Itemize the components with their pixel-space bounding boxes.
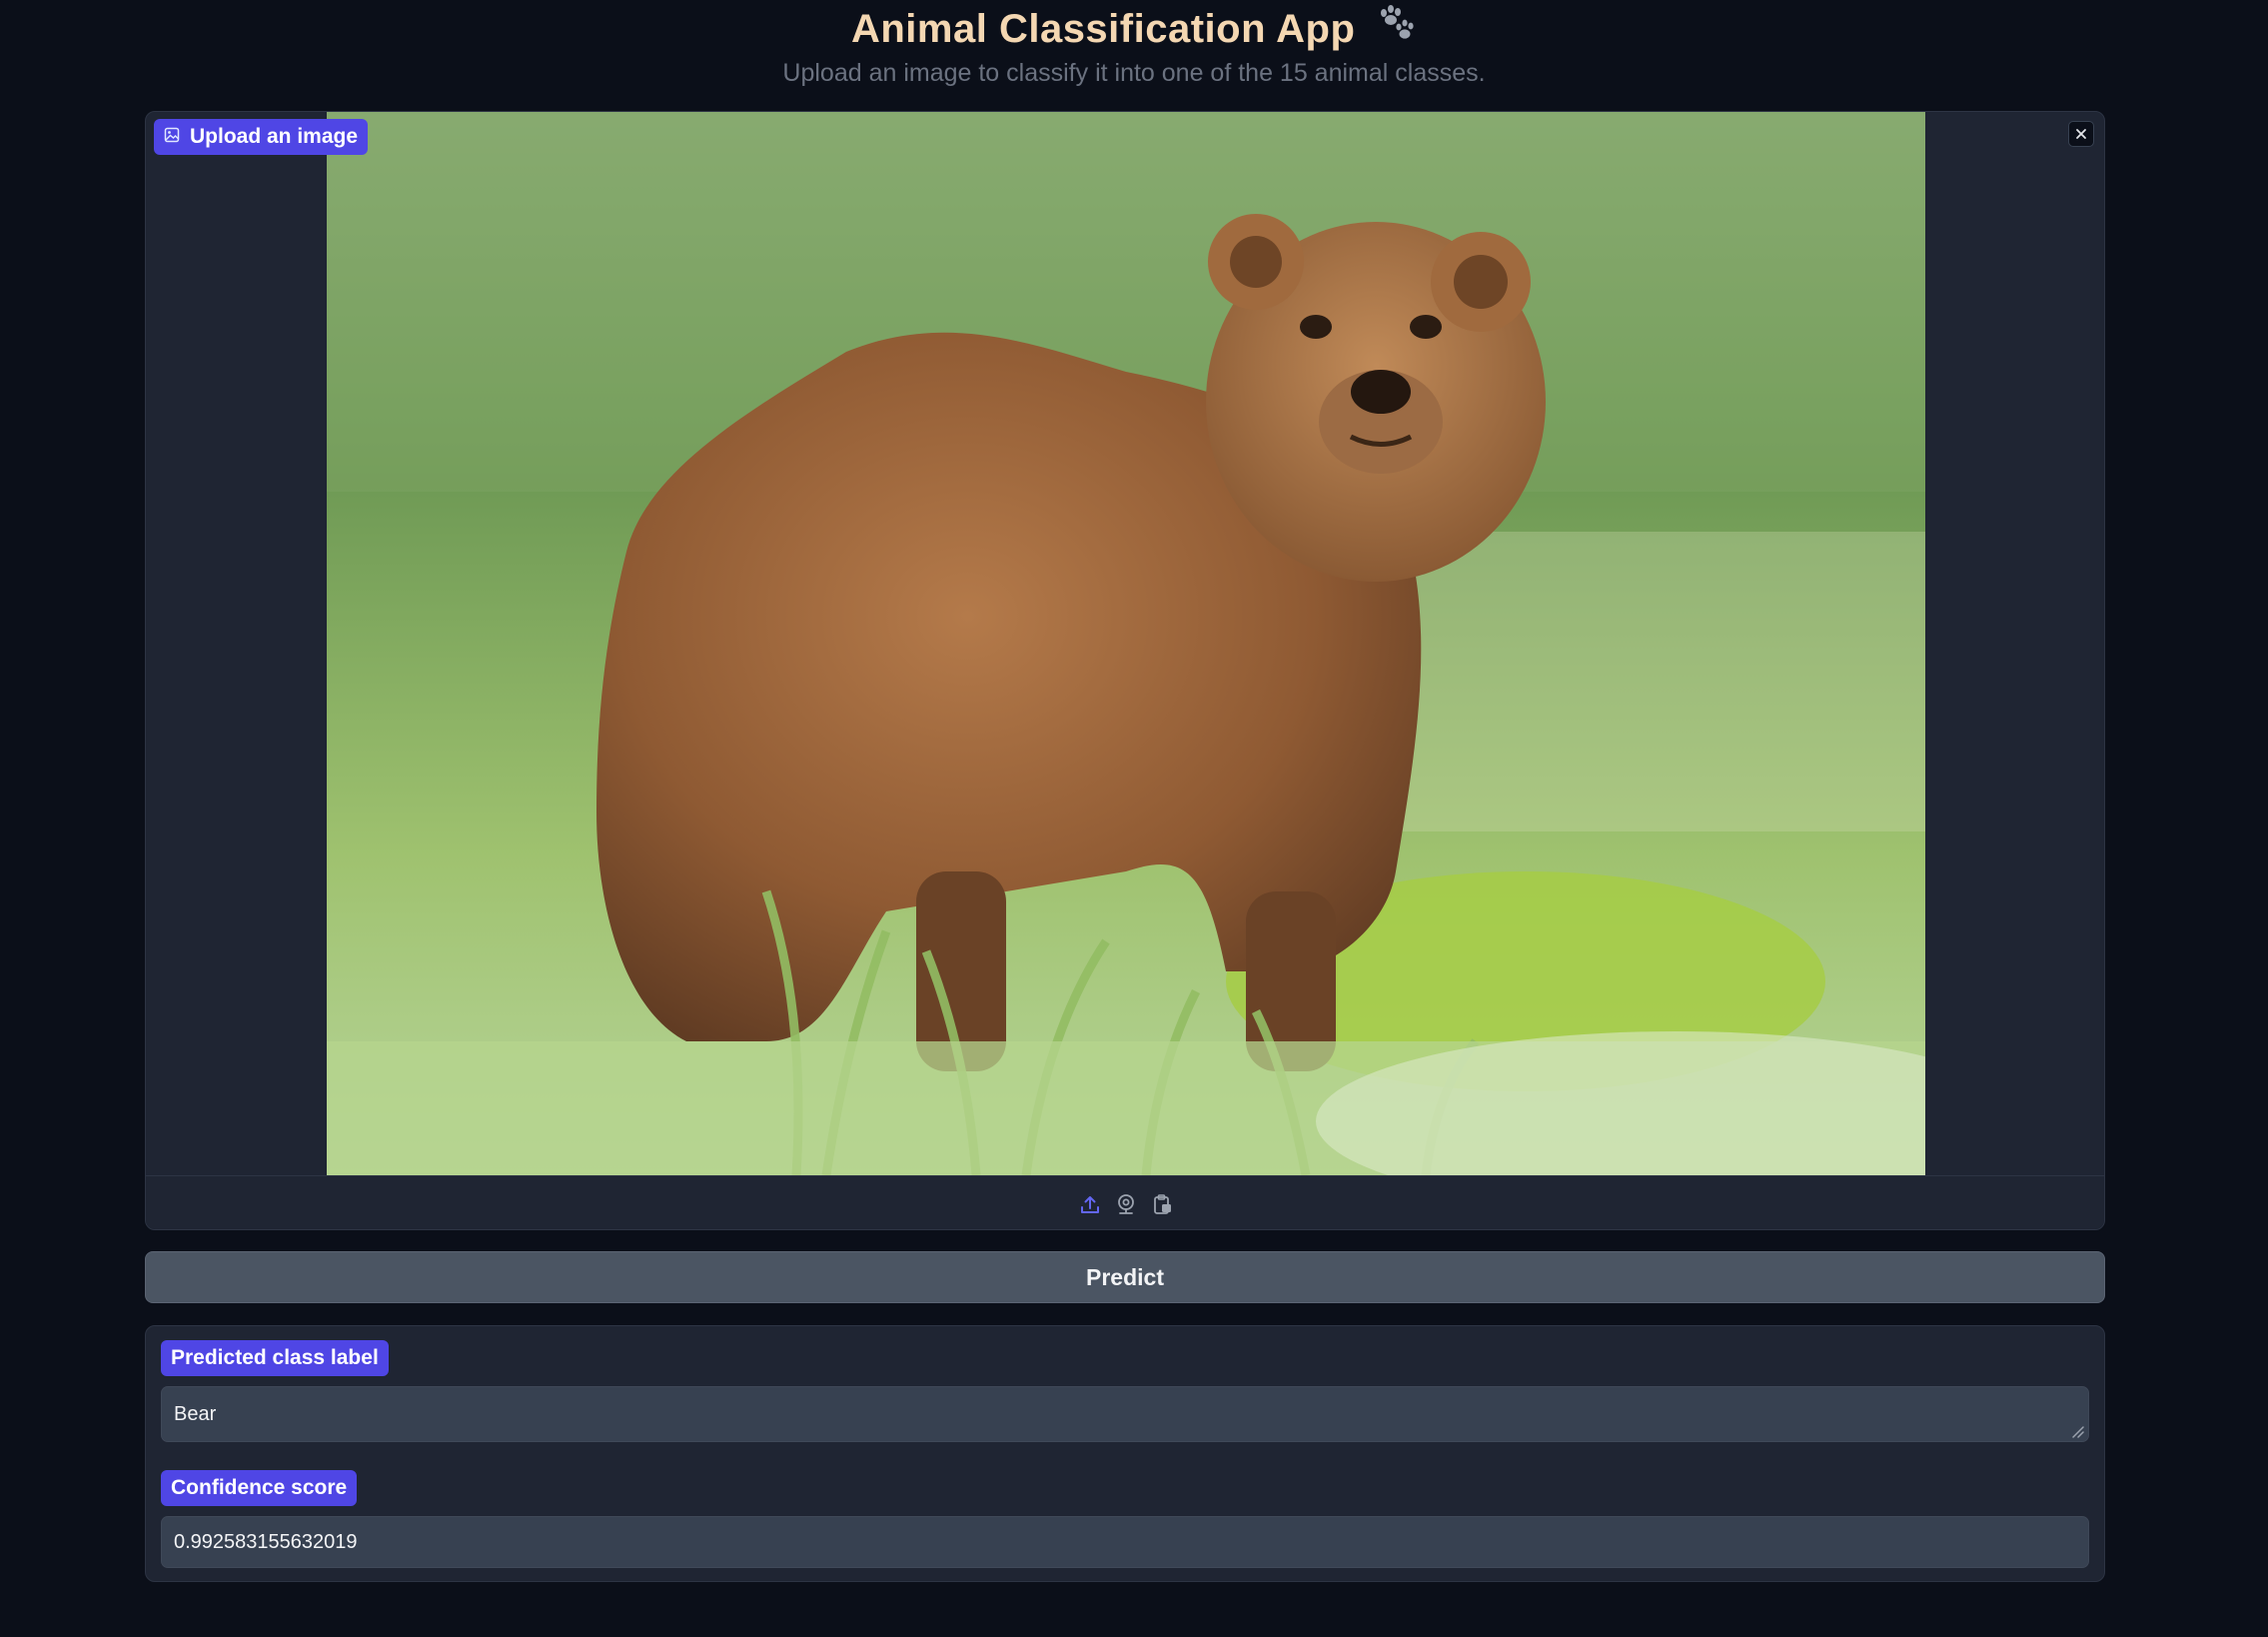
- image-source-toolbar: [146, 1175, 2104, 1229]
- image-upload-panel[interactable]: Upload an image: [145, 111, 2105, 1230]
- predicted-label-badge: Predicted class label: [161, 1340, 389, 1376]
- webcam-source-button[interactable]: [1115, 1193, 1137, 1215]
- confidence-label-badge: Confidence score: [161, 1470, 358, 1506]
- webcam-icon: [1118, 1193, 1134, 1214]
- confidence-score-value: 0.992583155632019: [174, 1530, 358, 1553]
- upload-icon: [1081, 1195, 1099, 1213]
- predict-button[interactable]: Predict: [145, 1251, 2105, 1303]
- upload-label-text: Upload an image: [190, 125, 359, 148]
- clipboard-source-button[interactable]: [1151, 1193, 1173, 1215]
- upload-label-badge: Upload an image: [154, 119, 369, 155]
- confidence-score-field[interactable]: 0.992583155632019: [161, 1516, 2089, 1568]
- clear-image-button[interactable]: [2068, 121, 2094, 147]
- page-subtitle: Upload an image to classify it into one …: [782, 59, 1486, 87]
- predicted-label-field[interactable]: Bear: [161, 1386, 2089, 1442]
- paw-prints-icon: [1377, 4, 1417, 58]
- page-title-text: Animal Classification App: [850, 7, 1356, 51]
- close-icon: [2076, 129, 2086, 139]
- predicted-label-value: Bear: [174, 1402, 217, 1425]
- image-icon: [164, 125, 180, 149]
- output-panel: Predicted class label Bear Confidence sc…: [145, 1325, 2105, 1582]
- uploaded-image-preview: [327, 112, 1925, 1175]
- upload-source-button[interactable]: [1079, 1193, 1101, 1215]
- resize-handle-icon[interactable]: [2070, 1424, 2084, 1438]
- clipboard-icon: [1154, 1193, 1171, 1214]
- page-title: Animal Classification App: [0, 2, 2268, 58]
